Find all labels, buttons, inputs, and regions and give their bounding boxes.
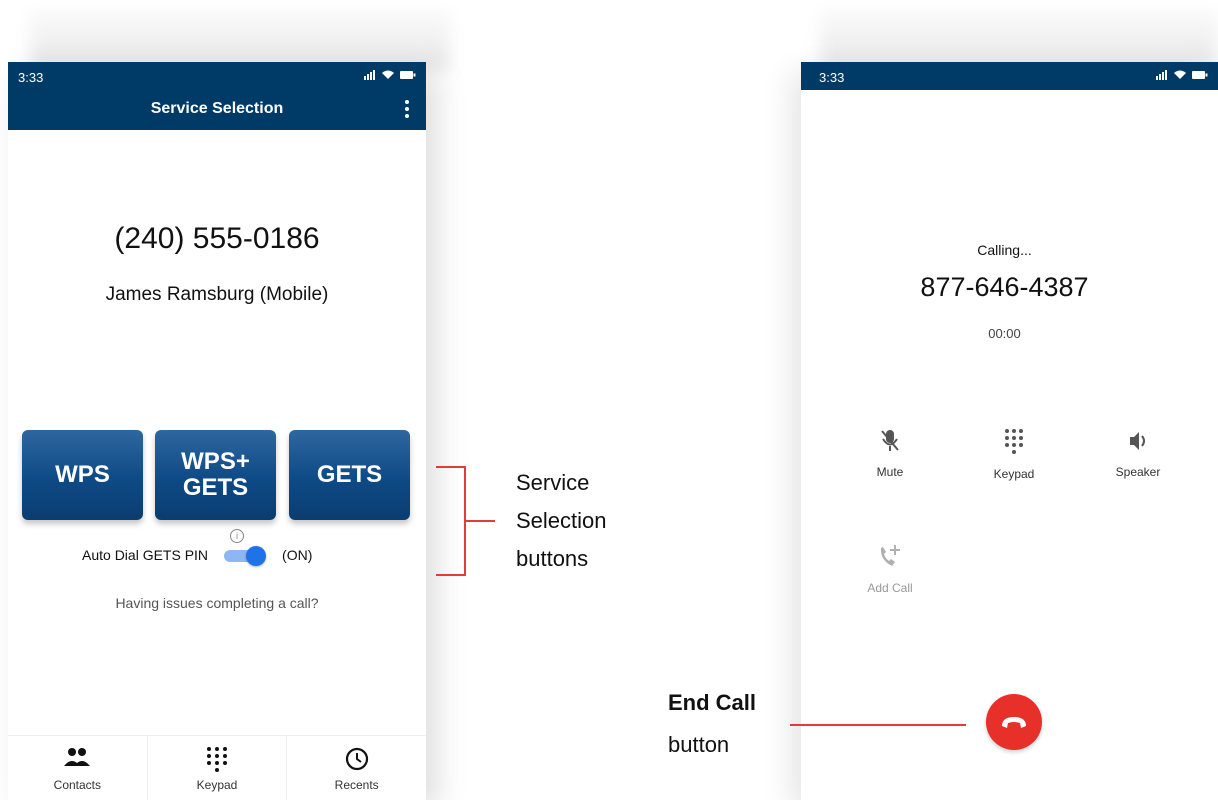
- bottom-nav: Contacts Keypad Recents: [8, 735, 426, 800]
- calling-label: Calling...: [977, 242, 1032, 258]
- status-bar-right: 3:33: [801, 62, 1218, 90]
- gets-button[interactable]: GETS: [289, 430, 410, 520]
- kebab-menu-icon[interactable]: [400, 100, 414, 120]
- nav-recents[interactable]: Recents: [287, 736, 426, 800]
- keypad-icon: [1005, 429, 1023, 454]
- auto-dial-state: (ON): [282, 547, 313, 563]
- wps-gets-label-line1: WPS+: [181, 448, 250, 475]
- nav-contacts[interactable]: Contacts: [8, 736, 148, 800]
- add-call-icon: [880, 545, 900, 566]
- status-icons: [364, 70, 416, 80]
- status-time: 3:33: [18, 70, 44, 85]
- contact-name: James Ramsburg (Mobile): [105, 284, 329, 305]
- keypad-label: Keypad: [993, 467, 1035, 481]
- service-bracket: [436, 466, 466, 576]
- wps-gets-button[interactable]: WPS+ GETS: [155, 430, 276, 520]
- speaker-label: Speaker: [1115, 465, 1161, 479]
- mute-icon: [881, 430, 899, 451]
- service-annotation-line2: Selection: [516, 508, 607, 533]
- call-timer: 00:00: [988, 326, 1021, 341]
- gets-button-label: GETS: [316, 461, 383, 488]
- battery-icon: [1192, 71, 1208, 79]
- add-call-control[interactable]: Add Call: [845, 542, 935, 595]
- clock-icon: [345, 747, 368, 771]
- end-call-pointer-line: [790, 724, 966, 726]
- wifi-icon: [1174, 70, 1186, 79]
- mute-control[interactable]: Mute: [845, 428, 935, 479]
- service-annotation-line1: Service: [516, 470, 590, 495]
- issues-link[interactable]: Having issues completing a call?: [8, 595, 426, 611]
- left-top-shadow: [30, 0, 450, 70]
- phone-number: (240) 555-0186: [114, 222, 320, 255]
- dialed-number: 877-646-4387: [920, 272, 1089, 302]
- signal-icon: [1156, 70, 1167, 80]
- wps-gets-label-line2: GETS: [182, 474, 249, 501]
- right-top-shadow: [820, 0, 1218, 70]
- info-icon[interactable]: i: [230, 529, 244, 543]
- contacts-icon: [64, 748, 91, 766]
- wps-button-label: WPS: [55, 461, 110, 488]
- auto-dial-row: Auto Dial GETS PIN i (ON): [82, 529, 313, 566]
- app-bar: Service Selection: [8, 90, 426, 130]
- add-call-label: Add Call: [867, 581, 913, 595]
- right-phone-screen: 3:33 Calling... 877-646-4387 00:00 Mute …: [801, 62, 1218, 800]
- mute-label: Mute: [876, 465, 904, 479]
- end-call-button[interactable]: [986, 694, 1042, 750]
- end-call-icon: [1002, 717, 1026, 728]
- status-time-right: 3:33: [819, 70, 845, 85]
- signal-icon: [364, 70, 375, 80]
- keypad-control[interactable]: Keypad: [969, 428, 1059, 481]
- wifi-icon: [382, 70, 394, 79]
- speaker-control[interactable]: Speaker: [1093, 428, 1183, 479]
- end-call-annotation-title: End Call: [668, 690, 757, 715]
- nav-keypad[interactable]: Keypad: [148, 736, 288, 800]
- auto-dial-toggle[interactable]: [224, 546, 267, 566]
- keypad-icon: [207, 747, 227, 772]
- nav-contacts-label: Contacts: [53, 778, 102, 792]
- status-icons-right: [1156, 70, 1208, 80]
- service-bracket-line: [465, 520, 495, 522]
- auto-dial-label: Auto Dial GETS PIN: [82, 547, 209, 563]
- page-title: Service Selection: [150, 100, 284, 117]
- speaker-icon: [1130, 432, 1145, 450]
- end-call-annotation-line2: button: [668, 732, 730, 757]
- wps-button[interactable]: WPS: [22, 430, 143, 520]
- battery-icon: [400, 71, 416, 79]
- nav-keypad-label: Keypad: [196, 778, 238, 792]
- service-annotation-line3: buttons: [516, 546, 589, 571]
- status-bar: 3:33: [8, 62, 426, 90]
- nav-recents-label: Recents: [334, 778, 379, 792]
- left-phone-screen: 3:33 Service Selection (240) 555-0186 Ja…: [8, 62, 426, 800]
